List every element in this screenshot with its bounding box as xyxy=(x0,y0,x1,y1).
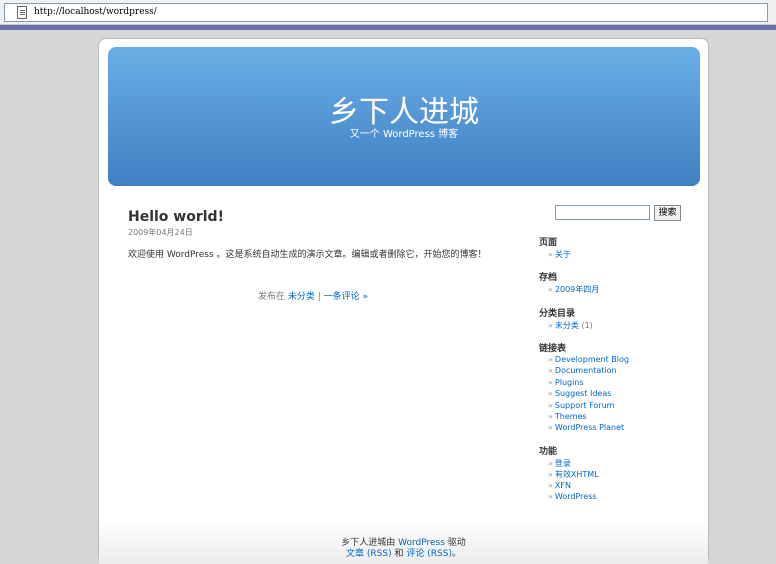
sidebar-heading-archives: 存档 xyxy=(539,273,558,283)
footer-comments-rss-link[interactable]: (RSS) xyxy=(427,549,452,559)
sidebar-heading-pages: 页面 xyxy=(539,238,558,248)
sidebar-heading-links: 链接表 xyxy=(539,344,567,354)
sidebar-link-documentation[interactable]: » Documentation xyxy=(548,366,617,375)
footer-entries-rss-link[interactable]: (RSS) xyxy=(367,549,392,559)
sidebar-item-about[interactable]: » 关于 xyxy=(548,249,571,260)
sidebar-item-archive-april[interactable]: » 2009年四月 xyxy=(548,284,599,295)
sidebar-heading-meta: 功能 xyxy=(539,447,558,457)
address-input[interactable]: http://localhost/wordpress/ xyxy=(4,3,768,22)
footer-period: 。 xyxy=(451,549,461,559)
post-body: 欢迎使用 WordPress 。这是系统自动生成的演示文章。编辑或者删除它，开始… xyxy=(128,250,487,260)
sidebar-meta-valid-xhtml[interactable]: » 有效XHTML xyxy=(548,469,599,480)
footer-feeds: 文章 (RSS) 和 评论 (RSS)。 xyxy=(99,546,708,559)
address-url: http://localhost/wordpress/ xyxy=(34,7,157,17)
sidebar-meta-xfn[interactable]: » XFN xyxy=(548,481,571,490)
footer-and: 和 xyxy=(394,549,404,559)
browser-address-bar: http://localhost/wordpress/ xyxy=(0,0,776,25)
post-title[interactable]: Hello world! xyxy=(128,209,224,225)
blog-header: 乡下人进城 又一个 WordPress 博客 xyxy=(108,47,700,186)
sidebar-heading-categories: 分类目录 xyxy=(539,309,576,319)
sidebar-link-development-blog[interactable]: » Development Blog xyxy=(548,355,629,364)
search-button[interactable]: 搜索 xyxy=(654,205,681,221)
sidebar-link-plugins[interactable]: » Plugins xyxy=(548,378,584,387)
post-meta: 发布在 未分类 | 一条评论 » xyxy=(128,289,498,302)
post-category-link[interactable]: 未分类 xyxy=(288,292,315,302)
footer-comments-link[interactable]: 评论 xyxy=(406,549,424,559)
page-icon xyxy=(17,6,27,19)
post-comments-link[interactable]: 一条评论 » xyxy=(324,292,368,302)
footer-entries-link[interactable]: 文章 xyxy=(346,549,364,559)
sidebar-meta-login[interactable]: » 登录 xyxy=(548,458,571,469)
sidebar-link-suggest-ideas[interactable]: » Suggest Ideas xyxy=(548,389,611,398)
search-input[interactable] xyxy=(555,205,650,220)
post-meta-prefix: 发布在 xyxy=(257,292,285,302)
post-meta-separator: | xyxy=(317,292,321,302)
sidebar-link-support-forum[interactable]: » Support Forum xyxy=(548,401,614,410)
blog-description: 又一个 WordPress 博客 xyxy=(349,129,459,140)
sidebar-link-wordpress-planet[interactable]: » WordPress Planet xyxy=(548,423,624,432)
sidebar-item-category-uncategorized[interactable]: » 未分类 (1) xyxy=(548,320,593,331)
sidebar-link-themes[interactable]: » Themes xyxy=(548,412,587,421)
sidebar-meta-wordpress[interactable]: » WordPress xyxy=(548,492,597,501)
post-date: 2009年04月24日 xyxy=(128,228,193,237)
